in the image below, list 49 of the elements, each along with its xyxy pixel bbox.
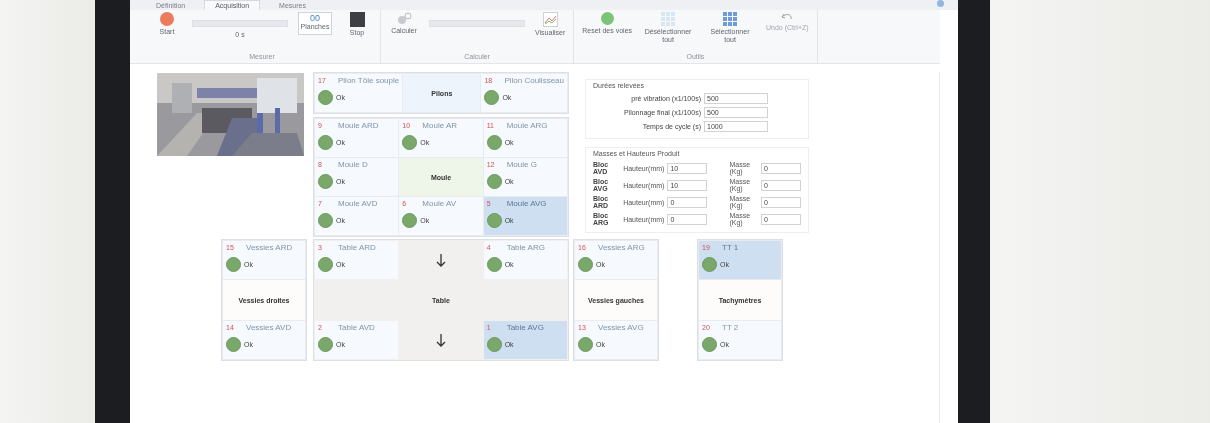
status-indicator (226, 257, 241, 272)
record-icon (160, 12, 174, 26)
arrow-down-icon (436, 333, 446, 347)
sensor-name: Moule G (505, 160, 538, 169)
sensor-name: Moule D (337, 160, 369, 169)
sensor-name: Pilon Coulisseau (503, 76, 564, 85)
status-indicator (484, 90, 500, 105)
sensor-name: Moule AVG (505, 199, 548, 208)
sensor-name: Vessies AVG (597, 323, 645, 332)
stop-icon (349, 12, 365, 27)
undo-icon (781, 12, 794, 22)
circle-icon (600, 12, 614, 25)
status-indicator (318, 174, 333, 189)
sensor-name: Table ARG (505, 243, 546, 252)
status-indicator (486, 213, 502, 228)
arrow-down-icon (436, 253, 446, 267)
sensor-name: Moule AR (421, 121, 458, 130)
status-indicator (402, 213, 418, 228)
status-indicator (318, 213, 333, 228)
sensor-name: Pilon Tôle souple (337, 76, 400, 85)
gears-icon (396, 12, 412, 25)
status-indicator (318, 135, 333, 150)
sensor-name: TT 1 (721, 243, 740, 252)
sensor-name: Table ARD (337, 243, 377, 252)
help-icon[interactable] (937, 0, 944, 7)
status-indicator (486, 337, 502, 352)
sensor-name: Table AVG (505, 323, 545, 332)
sensor-name: Moule AVD (337, 199, 379, 208)
sensor-name: Vessies ARD (245, 243, 294, 252)
status-indicator (578, 257, 593, 272)
status-indicator (402, 135, 418, 150)
sensor-name: Moule AV (421, 199, 457, 208)
status-indicator (318, 337, 333, 352)
status-indicator (486, 257, 502, 272)
sensor-name: Table AVD (337, 323, 376, 332)
status-indicator (702, 337, 717, 352)
status-indicator (702, 257, 717, 272)
sensor-name: TT 2 (721, 323, 740, 332)
grid-icon (723, 12, 738, 26)
status-indicator (318, 90, 333, 105)
status-indicator (318, 257, 333, 272)
status-indicator (486, 174, 502, 189)
sensor-name: Moule ARG (505, 121, 549, 130)
status-indicator (226, 337, 241, 352)
sensor-name: Vessies ARG (597, 243, 646, 252)
sensor-name: Moule ARD (337, 121, 380, 130)
status-indicator (486, 135, 502, 150)
sensor-name: Vessies AVD (245, 323, 293, 332)
status-indicator (578, 337, 593, 352)
